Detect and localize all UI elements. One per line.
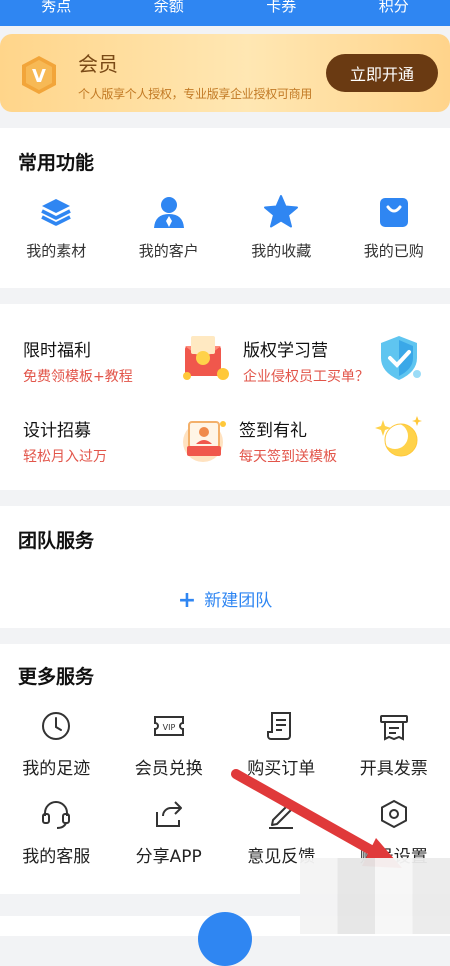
- vip-exchange-label: 会员兑换: [135, 754, 203, 779]
- team-services-card: 团队服务 + 新建团队: [0, 506, 450, 628]
- common-functions-card: 常用功能 我的素材 我的客户: [0, 128, 450, 288]
- my-customers-label: 我的客户: [139, 240, 199, 261]
- my-footprint-item[interactable]: 我的足迹: [0, 708, 113, 779]
- my-purchased-label: 我的已购: [364, 240, 424, 261]
- promo-design-recruit[interactable]: 设计招募 轻松月入过万: [23, 416, 233, 476]
- moon-sparkle-icon: [371, 410, 427, 466]
- user-icon: [151, 194, 187, 230]
- stat-xiudian[interactable]: 秀点: [41, 0, 71, 14]
- my-favorites-item[interactable]: 我的收藏: [225, 194, 338, 261]
- promo-subtitle: 企业侵权员工买单？: [243, 366, 369, 386]
- purchase-orders-item[interactable]: 购买订单: [225, 708, 338, 779]
- my-materials-item[interactable]: 我的素材: [0, 194, 113, 261]
- promo-limited-welfare[interactable]: 限时福利 免费领模板+教程: [23, 336, 233, 396]
- new-team-button[interactable]: + 新建团队: [0, 586, 450, 613]
- promo-subtitle: 轻松月入过万: [23, 446, 107, 466]
- team-services-title: 团队服务: [18, 526, 94, 553]
- vip-exchange-item[interactable]: VIP 会员兑换: [113, 708, 226, 779]
- stat-balance[interactable]: 余额: [154, 0, 184, 14]
- my-purchased-item[interactable]: 我的已购: [338, 194, 450, 261]
- invoice-icon: [376, 708, 412, 744]
- promo-title: 版权学习营: [243, 336, 328, 361]
- shopping-bag-icon: [376, 194, 412, 230]
- new-team-label: 新建团队: [204, 591, 272, 611]
- my-favorites-label: 我的收藏: [251, 240, 311, 261]
- more-services-title: 更多服务: [18, 662, 94, 689]
- stat-coupons[interactable]: 卡券: [266, 0, 296, 14]
- share-icon: [151, 796, 187, 832]
- purchase-orders-label: 购买订单: [247, 754, 315, 779]
- member-banner[interactable]: V 会员 个人版享个人授权，专业版享企业授权可商用 立即开通: [0, 34, 450, 112]
- settings-hexagon-icon: [376, 796, 412, 832]
- promo-checkin-gift[interactable]: 签到有礼 每天签到送模板: [239, 416, 423, 476]
- account-stats-bar: 秀点 余额 卡券 积分: [0, 0, 450, 26]
- promo-title: 限时福利: [23, 336, 91, 361]
- layers-icon: [38, 194, 74, 230]
- my-customer-service-label: 我的客服: [22, 842, 90, 867]
- issue-invoice-item[interactable]: 开具发票: [338, 708, 450, 779]
- shield-icon: [371, 330, 427, 386]
- member-subtitle: 个人版享个人授权，专业版享企业授权可商用: [78, 85, 312, 102]
- svg-text:VIP: VIP: [162, 723, 175, 732]
- my-footprint-label: 我的足迹: [22, 754, 90, 779]
- my-customers-item[interactable]: 我的客户: [113, 194, 226, 261]
- promotions-card: 限时福利 免费领模板+教程 版权学习营 企业侵权员工买单？ 设计招募 轻松月入过…: [0, 304, 450, 490]
- issue-invoice-label: 开具发票: [360, 754, 428, 779]
- promo-title: 签到有礼: [239, 416, 307, 441]
- more-services-card: 更多服务 我的足迹 VIP 会员兑换: [0, 644, 450, 894]
- order-list-icon: [263, 708, 299, 744]
- share-app-label: 分享APP: [136, 842, 202, 867]
- promo-copyright-camp[interactable]: 版权学习营 企业侵权员工买单？: [243, 336, 423, 396]
- feedback-item[interactable]: 意见反馈: [225, 796, 338, 867]
- clock-icon: [38, 708, 74, 744]
- gift-envelope-icon: [177, 330, 233, 386]
- my-materials-label: 我的素材: [26, 240, 86, 261]
- star-icon: [263, 194, 299, 230]
- promo-subtitle: 每天签到送模板: [239, 446, 337, 466]
- vip-ticket-icon: VIP: [151, 708, 187, 744]
- share-app-item[interactable]: 分享APP: [113, 796, 226, 867]
- open-membership-button[interactable]: 立即开通: [326, 54, 438, 92]
- svg-text:V: V: [32, 66, 46, 87]
- account-settings-item[interactable]: 账号设置: [338, 796, 450, 867]
- center-add-button[interactable]: [198, 912, 252, 966]
- my-customer-service-item[interactable]: 我的客服: [0, 796, 113, 867]
- headset-icon: [38, 796, 74, 832]
- plus-icon: +: [178, 588, 196, 613]
- promo-title: 设计招募: [23, 416, 91, 441]
- edit-pen-icon: [263, 796, 299, 832]
- stat-points[interactable]: 积分: [379, 0, 409, 14]
- common-functions-title: 常用功能: [18, 148, 94, 175]
- vip-badge-icon: V: [18, 54, 60, 96]
- portrait-card-icon: [177, 410, 233, 466]
- member-title: 会员: [78, 48, 118, 77]
- watermark-mosaic: [300, 858, 450, 934]
- promo-subtitle: 免费领模板+教程: [23, 366, 133, 386]
